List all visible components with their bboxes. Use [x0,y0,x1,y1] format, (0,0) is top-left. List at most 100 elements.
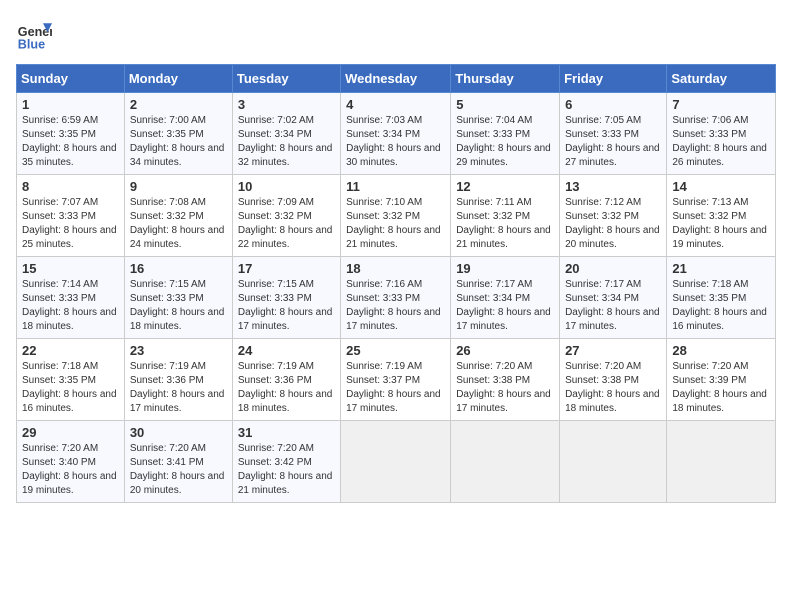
day-number: 23 [130,343,227,358]
day-info: Sunrise: 7:20 AMSunset: 3:38 PMDaylight:… [565,361,660,414]
day-number: 3 [238,97,335,112]
day-number: 22 [22,343,119,358]
calendar-day: 1 Sunrise: 6:59 AMSunset: 3:35 PMDayligh… [17,93,125,175]
empty-day [667,421,776,503]
day-info: Sunrise: 7:18 AMSunset: 3:35 PMDaylight:… [672,279,767,332]
day-number: 9 [130,179,227,194]
day-info: Sunrise: 7:14 AMSunset: 3:33 PMDaylight:… [22,279,117,332]
day-number: 8 [22,179,119,194]
calendar-week: 1 Sunrise: 6:59 AMSunset: 3:35 PMDayligh… [17,93,776,175]
day-number: 20 [565,261,661,276]
calendar-day: 17 Sunrise: 7:15 AMSunset: 3:33 PMDaylig… [232,257,340,339]
calendar-day: 2 Sunrise: 7:00 AMSunset: 3:35 PMDayligh… [124,93,232,175]
day-number: 4 [346,97,445,112]
day-info: Sunrise: 7:09 AMSunset: 3:32 PMDaylight:… [238,197,333,250]
day-info: Sunrise: 7:08 AMSunset: 3:32 PMDaylight:… [130,197,225,250]
weekday-header: Thursday [451,65,560,93]
calendar-day: 14 Sunrise: 7:13 AMSunset: 3:32 PMDaylig… [667,175,776,257]
calendar-week: 22 Sunrise: 7:18 AMSunset: 3:35 PMDaylig… [17,339,776,421]
calendar-header: SundayMondayTuesdayWednesdayThursdayFrid… [17,65,776,93]
calendar-day: 6 Sunrise: 7:05 AMSunset: 3:33 PMDayligh… [560,93,667,175]
day-number: 26 [456,343,554,358]
day-info: Sunrise: 7:12 AMSunset: 3:32 PMDaylight:… [565,197,660,250]
weekday-header: Friday [560,65,667,93]
calendar-day: 27 Sunrise: 7:20 AMSunset: 3:38 PMDaylig… [560,339,667,421]
calendar-table: SundayMondayTuesdayWednesdayThursdayFrid… [16,64,776,503]
day-info: Sunrise: 7:04 AMSunset: 3:33 PMDaylight:… [456,115,551,168]
calendar-week: 15 Sunrise: 7:14 AMSunset: 3:33 PMDaylig… [17,257,776,339]
day-number: 11 [346,179,445,194]
calendar-body: 1 Sunrise: 6:59 AMSunset: 3:35 PMDayligh… [17,93,776,503]
day-info: Sunrise: 7:20 AMSunset: 3:41 PMDaylight:… [130,443,225,496]
calendar-day: 16 Sunrise: 7:15 AMSunset: 3:33 PMDaylig… [124,257,232,339]
calendar-day: 23 Sunrise: 7:19 AMSunset: 3:36 PMDaylig… [124,339,232,421]
calendar-day: 15 Sunrise: 7:14 AMSunset: 3:33 PMDaylig… [17,257,125,339]
calendar-day: 19 Sunrise: 7:17 AMSunset: 3:34 PMDaylig… [451,257,560,339]
calendar-day: 8 Sunrise: 7:07 AMSunset: 3:33 PMDayligh… [17,175,125,257]
calendar-day: 11 Sunrise: 7:10 AMSunset: 3:32 PMDaylig… [341,175,451,257]
calendar-day: 12 Sunrise: 7:11 AMSunset: 3:32 PMDaylig… [451,175,560,257]
day-number: 6 [565,97,661,112]
calendar-day: 7 Sunrise: 7:06 AMSunset: 3:33 PMDayligh… [667,93,776,175]
day-number: 13 [565,179,661,194]
weekday-header: Saturday [667,65,776,93]
logo: General Blue [16,16,52,52]
calendar-day: 4 Sunrise: 7:03 AMSunset: 3:34 PMDayligh… [341,93,451,175]
day-info: Sunrise: 7:20 AMSunset: 3:42 PMDaylight:… [238,443,333,496]
calendar-day: 20 Sunrise: 7:17 AMSunset: 3:34 PMDaylig… [560,257,667,339]
calendar-day: 10 Sunrise: 7:09 AMSunset: 3:32 PMDaylig… [232,175,340,257]
day-number: 10 [238,179,335,194]
day-number: 15 [22,261,119,276]
day-info: Sunrise: 7:11 AMSunset: 3:32 PMDaylight:… [456,197,551,250]
calendar-day: 29 Sunrise: 7:20 AMSunset: 3:40 PMDaylig… [17,421,125,503]
day-number: 28 [672,343,770,358]
day-number: 5 [456,97,554,112]
day-number: 27 [565,343,661,358]
day-info: Sunrise: 7:05 AMSunset: 3:33 PMDaylight:… [565,115,660,168]
calendar-day: 28 Sunrise: 7:20 AMSunset: 3:39 PMDaylig… [667,339,776,421]
day-number: 29 [22,425,119,440]
day-number: 31 [238,425,335,440]
day-info: Sunrise: 7:06 AMSunset: 3:33 PMDaylight:… [672,115,767,168]
empty-day [341,421,451,503]
day-info: Sunrise: 7:00 AMSunset: 3:35 PMDaylight:… [130,115,225,168]
calendar-week: 29 Sunrise: 7:20 AMSunset: 3:40 PMDaylig… [17,421,776,503]
day-info: Sunrise: 7:17 AMSunset: 3:34 PMDaylight:… [456,279,551,332]
calendar-day: 30 Sunrise: 7:20 AMSunset: 3:41 PMDaylig… [124,421,232,503]
day-number: 1 [22,97,119,112]
day-info: Sunrise: 7:19 AMSunset: 3:36 PMDaylight:… [238,361,333,414]
calendar-day: 18 Sunrise: 7:16 AMSunset: 3:33 PMDaylig… [341,257,451,339]
day-info: Sunrise: 7:02 AMSunset: 3:34 PMDaylight:… [238,115,333,168]
day-number: 14 [672,179,770,194]
page-header: General Blue [16,16,776,52]
calendar-day: 26 Sunrise: 7:20 AMSunset: 3:38 PMDaylig… [451,339,560,421]
day-info: Sunrise: 7:16 AMSunset: 3:33 PMDaylight:… [346,279,441,332]
calendar-day: 5 Sunrise: 7:04 AMSunset: 3:33 PMDayligh… [451,93,560,175]
day-info: Sunrise: 7:03 AMSunset: 3:34 PMDaylight:… [346,115,441,168]
empty-day [560,421,667,503]
calendar-week: 8 Sunrise: 7:07 AMSunset: 3:33 PMDayligh… [17,175,776,257]
day-info: Sunrise: 7:13 AMSunset: 3:32 PMDaylight:… [672,197,767,250]
day-info: Sunrise: 7:15 AMSunset: 3:33 PMDaylight:… [238,279,333,332]
calendar-day: 25 Sunrise: 7:19 AMSunset: 3:37 PMDaylig… [341,339,451,421]
calendar-day: 21 Sunrise: 7:18 AMSunset: 3:35 PMDaylig… [667,257,776,339]
empty-day [451,421,560,503]
day-number: 24 [238,343,335,358]
day-info: Sunrise: 6:59 AMSunset: 3:35 PMDaylight:… [22,115,117,168]
day-number: 21 [672,261,770,276]
day-info: Sunrise: 7:19 AMSunset: 3:36 PMDaylight:… [130,361,225,414]
day-info: Sunrise: 7:20 AMSunset: 3:40 PMDaylight:… [22,443,117,496]
day-number: 18 [346,261,445,276]
day-info: Sunrise: 7:20 AMSunset: 3:38 PMDaylight:… [456,361,551,414]
day-number: 17 [238,261,335,276]
weekday-header: Tuesday [232,65,340,93]
calendar-day: 3 Sunrise: 7:02 AMSunset: 3:34 PMDayligh… [232,93,340,175]
calendar-day: 22 Sunrise: 7:18 AMSunset: 3:35 PMDaylig… [17,339,125,421]
day-number: 2 [130,97,227,112]
day-info: Sunrise: 7:19 AMSunset: 3:37 PMDaylight:… [346,361,441,414]
calendar-day: 31 Sunrise: 7:20 AMSunset: 3:42 PMDaylig… [232,421,340,503]
svg-text:Blue: Blue [18,37,45,51]
day-info: Sunrise: 7:18 AMSunset: 3:35 PMDaylight:… [22,361,117,414]
day-number: 7 [672,97,770,112]
day-number: 25 [346,343,445,358]
